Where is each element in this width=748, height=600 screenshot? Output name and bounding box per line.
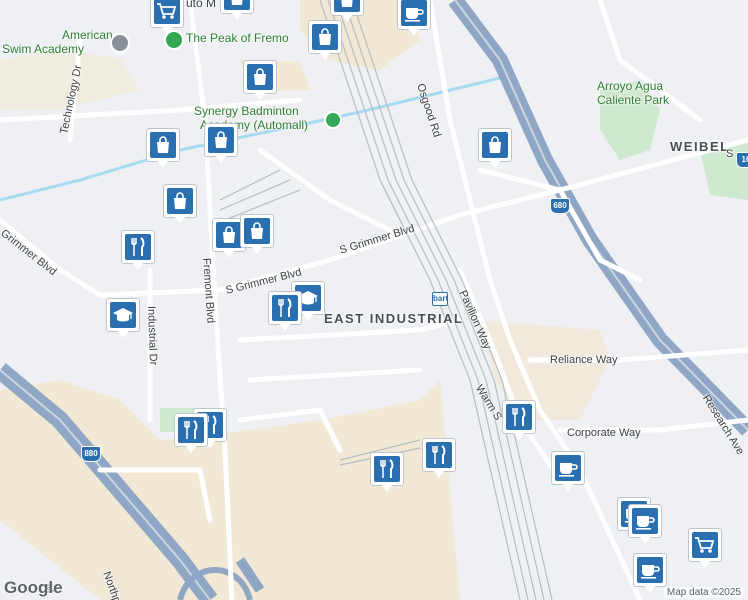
arroyo-park-label[interactable]: Arroyo Agua Caliente Park [597, 79, 669, 107]
bag-icon [224, 0, 250, 10]
shopping-pin[interactable] [204, 123, 238, 165]
east-industrial-label: EAST INDUSTRIAL [324, 311, 464, 326]
bag-icon [244, 218, 270, 244]
school-pin[interactable] [106, 298, 140, 340]
weibel-suffix-label: S [726, 148, 734, 160]
shopping-pin[interactable] [308, 20, 342, 62]
bag-icon [208, 127, 234, 153]
bag-icon [312, 24, 338, 50]
shopping-pin[interactable] [220, 0, 254, 22]
grocery-pin[interactable] [150, 0, 184, 36]
bag-icon [150, 132, 176, 158]
cafe-pin[interactable] [633, 553, 667, 595]
restaurant-pin[interactable] [174, 413, 208, 455]
google-logo: Google [4, 578, 63, 597]
bag-icon [482, 132, 508, 158]
i880-shield: 880 [81, 446, 101, 462]
bag-icon [334, 0, 360, 12]
grocery-pin[interactable] [688, 528, 722, 570]
arroyo-line2: Caliente Park [597, 93, 670, 107]
cafe-pin[interactable] [397, 0, 431, 38]
sports-poi-icon[interactable] [324, 111, 342, 129]
synergy-line1: Synergy Badminton [194, 104, 299, 118]
american-swim-line2: Swim Academy [2, 42, 85, 56]
route16-shield: 16 [736, 152, 748, 168]
map-attribution[interactable]: Map data ©2025 [663, 587, 744, 598]
cafe-pin[interactable] [551, 451, 585, 493]
peak-fremont-label[interactable]: The Peak of Fremo [186, 31, 289, 45]
cap-icon [110, 302, 136, 328]
bag-icon [167, 188, 193, 214]
cart-icon [154, 0, 180, 24]
restaurant-pin[interactable] [422, 438, 456, 480]
cup-icon [632, 508, 658, 534]
fork-icon [506, 404, 532, 430]
cup-icon [401, 0, 427, 26]
auto-mall-label: uto M [186, 0, 217, 10]
industrial-dr-label: Industrial Dr [145, 305, 160, 366]
cart-icon [692, 532, 718, 558]
cafe-pin[interactable] [628, 504, 662, 546]
shopping-pin[interactable] [146, 128, 180, 170]
shopping-pin[interactable] [243, 60, 277, 102]
restaurant-pin[interactable] [268, 291, 302, 333]
restaurant-pin[interactable] [502, 400, 536, 442]
reliance-way-label: Reliance Way [550, 354, 618, 366]
american-swim-line1: American [62, 28, 113, 42]
weibel-label: WEIBEL [670, 139, 730, 154]
cup-icon [555, 455, 581, 481]
map-canvas[interactable]: American Swim Academy The Peak of Fremo … [0, 0, 748, 600]
cup-icon [637, 557, 663, 583]
restaurant-pin[interactable] [370, 452, 404, 494]
american-swim-academy-label[interactable]: American Swim Academy [2, 28, 113, 56]
fork-icon [272, 295, 298, 321]
fork-icon [426, 442, 452, 468]
i680-shield: 680 [550, 198, 570, 214]
arroyo-line1: Arroyo Agua [597, 79, 664, 93]
bag-icon [247, 64, 273, 90]
shopping-pin[interactable] [478, 128, 512, 170]
fork-icon [374, 456, 400, 482]
school-poi-icon[interactable] [110, 33, 130, 53]
bag-icon [216, 222, 242, 248]
fork-icon [178, 417, 204, 443]
shopping-pin[interactable] [240, 214, 274, 256]
shopping-pin[interactable] [163, 184, 197, 226]
corporate-way-label: Corporate Way [567, 427, 641, 439]
restaurant-pin[interactable] [121, 230, 155, 272]
bart-station-icon[interactable]: bart [432, 292, 448, 306]
fork-icon [125, 234, 151, 260]
